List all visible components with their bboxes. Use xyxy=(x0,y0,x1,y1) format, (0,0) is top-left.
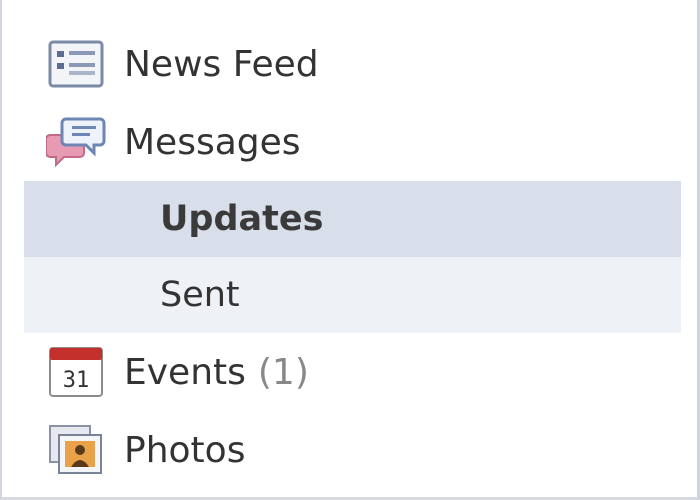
nav-label-messages: Messages xyxy=(124,121,301,163)
nav-label-news-feed: News Feed xyxy=(124,43,319,85)
messages-subnav: Updates Sent xyxy=(24,181,681,333)
messages-icon xyxy=(46,114,106,170)
subnav-item-sent[interactable]: Sent xyxy=(24,257,681,333)
nav-label-events: Events (1) xyxy=(124,352,309,393)
news-feed-icon xyxy=(46,36,106,92)
subnav-label-updates: Updates xyxy=(160,199,324,239)
left-nav: News Feed Messages Updates Sent 31 Event… xyxy=(2,25,697,489)
subnav-item-updates[interactable]: Updates xyxy=(24,181,681,257)
photos-icon xyxy=(46,422,106,478)
events-count: (1) xyxy=(257,351,309,393)
events-label-text: Events xyxy=(124,351,246,393)
calendar-day-text: 31 xyxy=(63,368,90,393)
nav-item-news-feed[interactable]: News Feed xyxy=(2,25,697,103)
nav-label-photos: Photos xyxy=(124,429,246,471)
left-nav-panel: News Feed Messages Updates Sent 31 Event… xyxy=(0,0,700,500)
calendar-icon: 31 xyxy=(46,344,106,400)
nav-item-photos[interactable]: Photos xyxy=(2,411,697,489)
nav-item-messages[interactable]: Messages xyxy=(2,103,697,181)
subnav-label-sent: Sent xyxy=(160,275,240,315)
nav-item-events[interactable]: 31 Events (1) xyxy=(2,333,697,411)
